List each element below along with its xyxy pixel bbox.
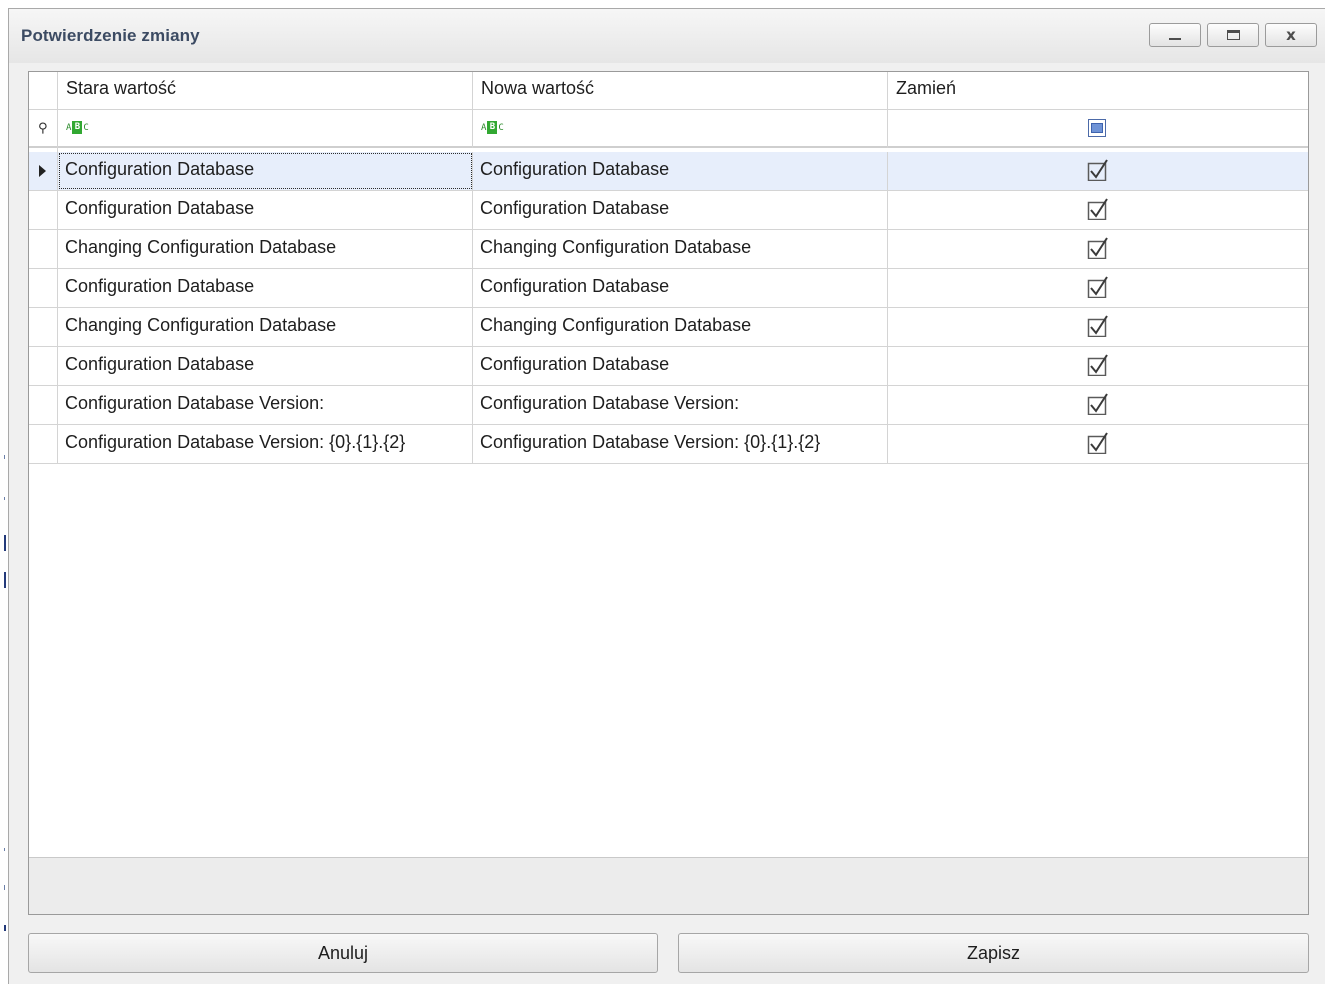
column-header-old-value[interactable]: Stara wartość — [58, 72, 473, 110]
cell-old-value[interactable]: Changing Configuration Database — [58, 308, 473, 346]
save-button[interactable]: Zapisz — [678, 933, 1309, 973]
minimize-icon — [1169, 38, 1181, 40]
cell-replace[interactable] — [888, 308, 1308, 346]
checkbox-checked-icon[interactable] — [1087, 276, 1109, 298]
cell-new-value[interactable]: Configuration Database Version: {0}.{1}.… — [473, 425, 888, 463]
row-indicator-cell[interactable] — [29, 191, 58, 229]
table-row[interactable]: Configuration Database Configuration Data… — [29, 191, 1308, 230]
changes-grid: Stara wartość Nowa wartość Zamień ⚲ ABC … — [28, 71, 1309, 915]
filter-replace[interactable] — [888, 110, 1308, 148]
abc-filter-icon: ABC — [66, 121, 89, 134]
checkbox-checked-icon[interactable] — [1087, 315, 1109, 337]
cell-new-value[interactable]: Configuration Database — [473, 152, 888, 190]
table-row[interactable]: Changing Configuration Database Changing … — [29, 230, 1308, 269]
table-row[interactable]: Changing Configuration Database Changing … — [29, 308, 1308, 347]
table-row[interactable]: Configuration Database Version: Configura… — [29, 386, 1308, 425]
row-indicator-cell[interactable] — [29, 425, 58, 463]
close-icon: x — [1286, 26, 1296, 44]
checkbox-checked-icon[interactable] — [1087, 198, 1109, 220]
cell-old-value[interactable]: Configuration Database — [58, 191, 473, 229]
cell-old-value[interactable]: Configuration Database — [58, 269, 473, 307]
checkbox-checked-icon[interactable] — [1087, 393, 1109, 415]
cell-old-value[interactable]: Configuration Database — [58, 152, 473, 190]
maximize-icon — [1226, 30, 1240, 40]
maximize-button[interactable] — [1207, 23, 1259, 47]
cell-replace[interactable] — [888, 152, 1308, 190]
cell-replace[interactable] — [888, 347, 1308, 385]
cancel-button[interactable]: Anuluj — [28, 933, 658, 973]
column-header-new-value[interactable]: Nowa wartość — [473, 72, 888, 110]
dialog-title: Potwierdzenie zmiany — [21, 26, 200, 45]
cell-new-value[interactable]: Configuration Database — [473, 191, 888, 229]
cell-new-value[interactable]: Changing Configuration Database — [473, 308, 888, 346]
row-indicator-cell[interactable] — [29, 152, 58, 190]
pin-icon: ⚲ — [38, 121, 48, 136]
cell-replace[interactable] — [888, 386, 1308, 424]
row-indicator-cell[interactable] — [29, 386, 58, 424]
filter-indicator-cell: ⚲ — [29, 110, 58, 148]
cell-replace[interactable] — [888, 269, 1308, 307]
cell-old-value[interactable]: Configuration Database Version: — [58, 386, 473, 424]
cell-old-value[interactable]: Configuration Database Version: {0}.{1}.… — [58, 425, 473, 463]
checkbox-checked-icon[interactable] — [1087, 159, 1109, 181]
row-indicator-cell[interactable] — [29, 230, 58, 268]
grid-header: Stara wartość Nowa wartość Zamień — [29, 72, 1308, 110]
minimize-button[interactable] — [1149, 23, 1201, 47]
filter-checkbox-indeterminate[interactable] — [1088, 119, 1106, 137]
cell-new-value[interactable]: Configuration Database — [473, 347, 888, 385]
auto-filter-row: ⚲ ABC ABC — [29, 110, 1308, 148]
abc-filter-icon: ABC — [481, 121, 504, 134]
grid-footer — [29, 857, 1308, 914]
table-row[interactable]: Configuration Database Configuration Data… — [29, 347, 1308, 386]
close-button[interactable]: x — [1265, 23, 1317, 47]
checkbox-checked-icon[interactable] — [1087, 237, 1109, 259]
row-indicator-cell[interactable] — [29, 347, 58, 385]
table-row[interactable]: Configuration Database Configuration Data… — [29, 269, 1308, 308]
cell-replace[interactable] — [888, 425, 1308, 463]
checkbox-checked-icon[interactable] — [1087, 354, 1109, 376]
cell-new-value[interactable]: Configuration Database — [473, 269, 888, 307]
cell-replace[interactable] — [888, 230, 1308, 268]
cell-old-value[interactable]: Changing Configuration Database — [58, 230, 473, 268]
cell-new-value[interactable]: Changing Configuration Database — [473, 230, 888, 268]
indeterminate-icon — [1091, 123, 1103, 133]
filter-new-value[interactable]: ABC — [473, 110, 888, 148]
header-indicator-cell — [29, 72, 58, 110]
table-row[interactable]: Configuration Database Version: {0}.{1}.… — [29, 425, 1308, 464]
left-edge-strip — [0, 0, 8, 984]
column-header-replace[interactable]: Zamień — [888, 72, 1308, 110]
confirmation-dialog: Potwierdzenie zmiany x Stara wartość Now… — [8, 8, 1325, 984]
table-row[interactable]: Configuration Database Configuration Data… — [29, 152, 1308, 191]
row-pointer-icon — [39, 165, 46, 177]
checkbox-checked-icon[interactable] — [1087, 432, 1109, 454]
title-bar[interactable]: Potwierdzenie zmiany x — [9, 9, 1325, 63]
filter-old-value[interactable]: ABC — [58, 110, 473, 148]
row-indicator-cell[interactable] — [29, 269, 58, 307]
row-indicator-cell[interactable] — [29, 308, 58, 346]
cell-old-value[interactable]: Configuration Database — [58, 347, 473, 385]
cell-new-value[interactable]: Configuration Database Version: — [473, 386, 888, 424]
cell-replace[interactable] — [888, 191, 1308, 229]
